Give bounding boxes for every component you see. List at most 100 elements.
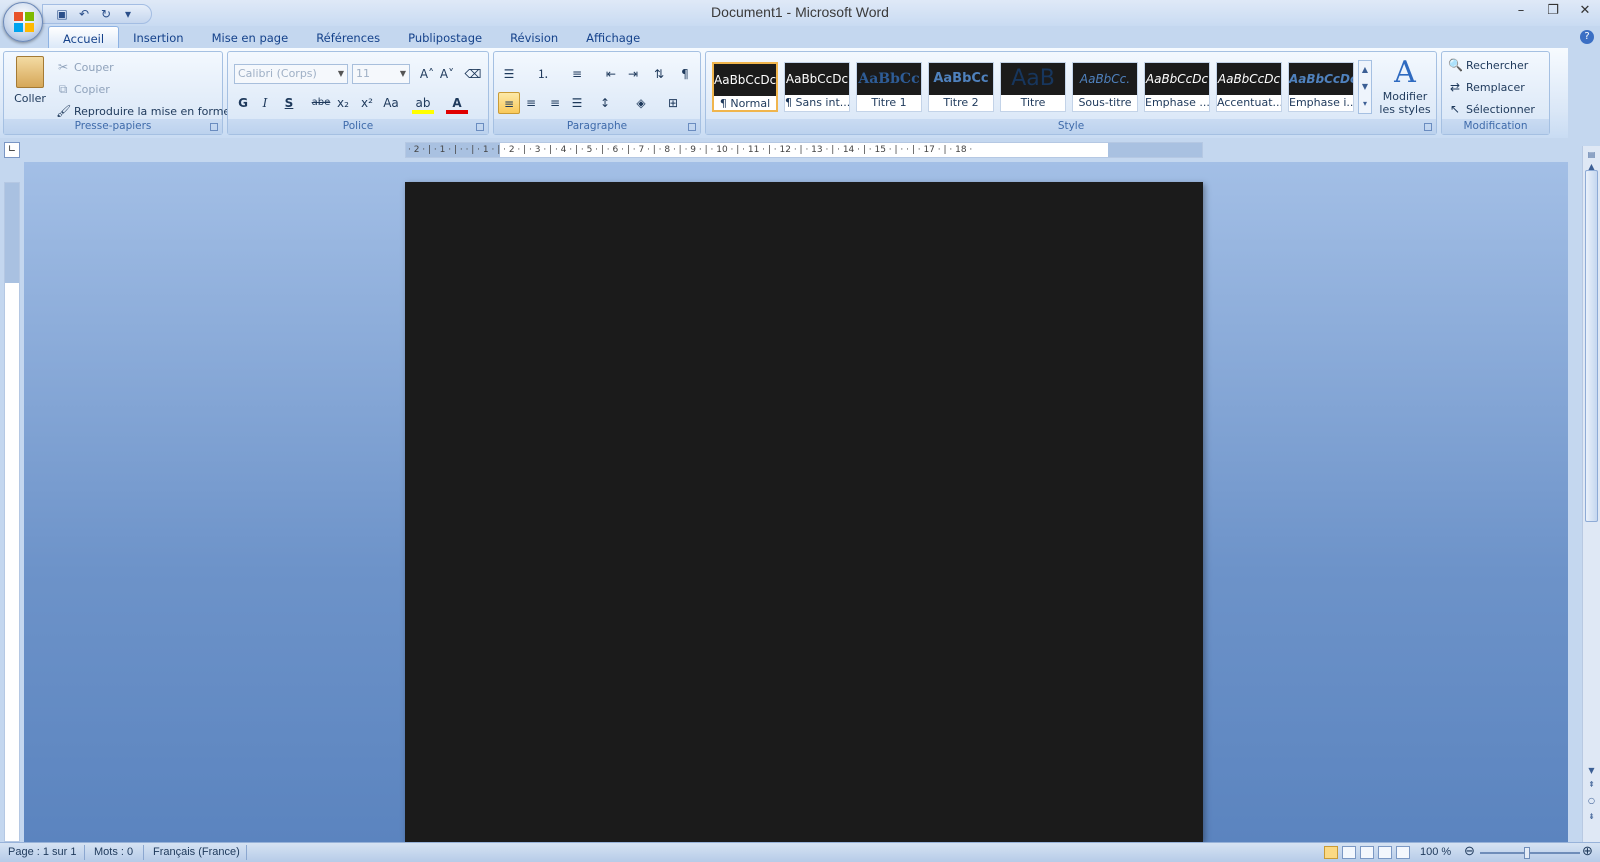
font-name-combo[interactable]: Calibri (Corps) ▼ [234,64,348,84]
chevron-down-icon: ▼ [399,69,406,78]
close-icon[interactable]: ✕ [1578,3,1592,18]
style-heading-2[interactable]: AaBbCc Titre 2 [928,62,994,112]
vertical-scrollbar[interactable]: ▤ ▲ ▼ ⇞ ○ ⇟ [1582,146,1600,842]
zoom-slider[interactable] [1480,852,1580,854]
shading-icon[interactable]: ◈ [630,92,652,114]
subscript-button[interactable]: x₂ [332,92,354,114]
browse-object-icon[interactable]: ○ [1583,794,1600,808]
font-group-label: Police [228,119,488,134]
style-title[interactable]: AaB Titre [1000,62,1066,112]
paragraph-group: ☰ ⒈ ≡ ⇤ ⇥ ⇅ ¶ ≡ ≡ ≡ ☰ ↕ ◈ ⊞ Paragraphe [493,51,701,135]
dialog-launcher-icon[interactable] [210,123,218,131]
font-color-icon[interactable]: A [446,92,468,114]
full-screen-reading-icon[interactable] [1342,846,1356,859]
style-no-spacing[interactable]: AaBbCcDc ¶ Sans int... [784,62,850,112]
tab-mise-en-page[interactable]: Mise en page [198,26,303,48]
style-heading-1[interactable]: AaBbCc Titre 1 [856,62,922,112]
page-count[interactable]: Page : 1 sur 1 [8,846,77,858]
shrink-font-button[interactable]: A˅ [436,63,458,85]
italic-button[interactable]: I [254,92,276,114]
replace-button[interactable]: ⇄ Remplacer [1448,80,1525,94]
format-painter-button[interactable]: 🖌 Reproduire la mise en forme [56,104,230,118]
align-left-icon[interactable]: ≡ [498,92,520,114]
tab-references[interactable]: Références [302,26,394,48]
binoculars-icon: 🔍 [1448,58,1463,72]
clear-format-icon[interactable]: ⌫ [462,63,484,85]
save-icon[interactable]: ▣ [53,7,71,21]
dialog-launcher-icon[interactable] [476,123,484,131]
paste-button[interactable]: Coller [10,56,50,116]
align-right-icon[interactable]: ≡ [544,92,566,114]
borders-icon[interactable]: ⊞ [662,92,684,114]
replace-icon: ⇄ [1449,80,1461,94]
dialog-launcher-icon[interactable] [1424,123,1432,131]
help-icon[interactable]: ? [1580,30,1594,44]
next-page-icon[interactable]: ⇟ [1583,810,1600,824]
multilevel-list-icon[interactable]: ≡ [566,63,588,85]
minimize-icon[interactable]: – [1514,3,1528,18]
bullets-icon[interactable]: ☰ [498,63,520,85]
sort-icon[interactable]: ⇅ [648,63,670,85]
increase-indent-icon[interactable]: ⇥ [622,63,644,85]
styles-group: AaBbCcDc ¶ Normal AaBbCcDc ¶ Sans int... A… [705,51,1437,135]
word-count[interactable]: Mots : 0 [94,846,133,858]
previous-page-icon[interactable]: ⇞ [1583,778,1600,792]
window-controls: – ❐ ✕ [1514,3,1592,18]
tab-affichage[interactable]: Affichage [572,26,654,48]
modify-styles-button[interactable]: A Modifier les styles [1376,56,1434,118]
office-logo-icon [14,12,34,32]
strikethrough-button[interactable]: abe [310,92,332,114]
style-subtle-emphasis[interactable]: AaBbCcDc Emphase ... [1144,62,1210,112]
tab-revision[interactable]: Révision [496,26,572,48]
scroll-down-icon[interactable]: ▼ [1583,764,1600,778]
styles-gallery-scroll[interactable]: ▲ ▼ ▾ [1358,60,1372,114]
change-case-button[interactable]: Aa [380,92,402,114]
horizontal-ruler[interactable]: · 2 · | · 1 · | · · | · 1 · | · 2 · | · … [405,142,1203,158]
decrease-indent-icon[interactable]: ⇤ [600,63,622,85]
language-indicator[interactable]: Français (France) [153,846,240,858]
bold-button[interactable]: G [232,92,254,114]
tab-accueil[interactable]: Accueil [48,26,120,48]
styles-group-label: Style [706,119,1436,134]
numbering-icon[interactable]: ⒈ [532,63,554,85]
style-emphasis[interactable]: AaBbCcDc Accentuat... [1216,62,1282,112]
grow-font-button[interactable]: A˄ [416,63,438,85]
justify-icon[interactable]: ☰ [566,92,588,114]
window-title: Document1 - Microsoft Word [711,4,889,20]
undo-icon[interactable]: ↶ [75,7,93,21]
web-layout-icon[interactable] [1360,846,1374,859]
cut-button[interactable]: ✂ Couper [56,60,114,74]
office-button[interactable] [3,2,43,42]
tab-insertion[interactable]: Insertion [119,26,198,48]
style-intense-emphasis[interactable]: AaBbCcDc Emphase i... [1288,62,1354,112]
superscript-button[interactable]: x² [356,92,378,114]
modify-styles-icon: A [1394,55,1416,90]
outline-view-icon[interactable] [1378,846,1392,859]
vertical-ruler[interactable] [4,182,20,842]
zoom-in-icon[interactable]: ⊕ [1582,843,1593,859]
copy-button[interactable]: ⧉ Copier [56,82,110,96]
show-formatting-button[interactable]: ¶ [674,63,696,85]
font-size-combo[interactable]: 11 ▼ [352,64,410,84]
draft-view-icon[interactable] [1396,846,1410,859]
restore-icon[interactable]: ❐ [1546,3,1560,18]
customize-qat-button[interactable]: ▾ [119,7,137,21]
find-button[interactable]: 🔍 Rechercher [1448,58,1528,72]
document-page[interactable] [405,182,1203,842]
select-button[interactable]: ↖ Sélectionner [1448,102,1535,116]
style-normal[interactable]: AaBbCcDc ¶ Normal [712,62,778,112]
dialog-launcher-icon[interactable] [688,123,696,131]
underline-button[interactable]: S [278,92,300,114]
scroll-thumb[interactable] [1585,170,1598,522]
tab-selector[interactable]: ∟ [4,142,20,158]
style-subtitle[interactable]: AaBbCc. Sous-titre [1072,62,1138,112]
print-layout-icon[interactable] [1324,846,1338,859]
line-spacing-icon[interactable]: ↕ [594,92,616,114]
highlight-icon[interactable]: ab [412,92,434,114]
tab-publipostage[interactable]: Publipostage [394,26,496,48]
zoom-slider-thumb[interactable] [1524,847,1530,859]
zoom-level[interactable]: 100 % [1420,846,1451,858]
align-center-icon[interactable]: ≡ [520,92,542,114]
zoom-out-icon[interactable]: ⊖ [1464,843,1475,859]
redo-icon[interactable]: ↻ [97,7,115,21]
